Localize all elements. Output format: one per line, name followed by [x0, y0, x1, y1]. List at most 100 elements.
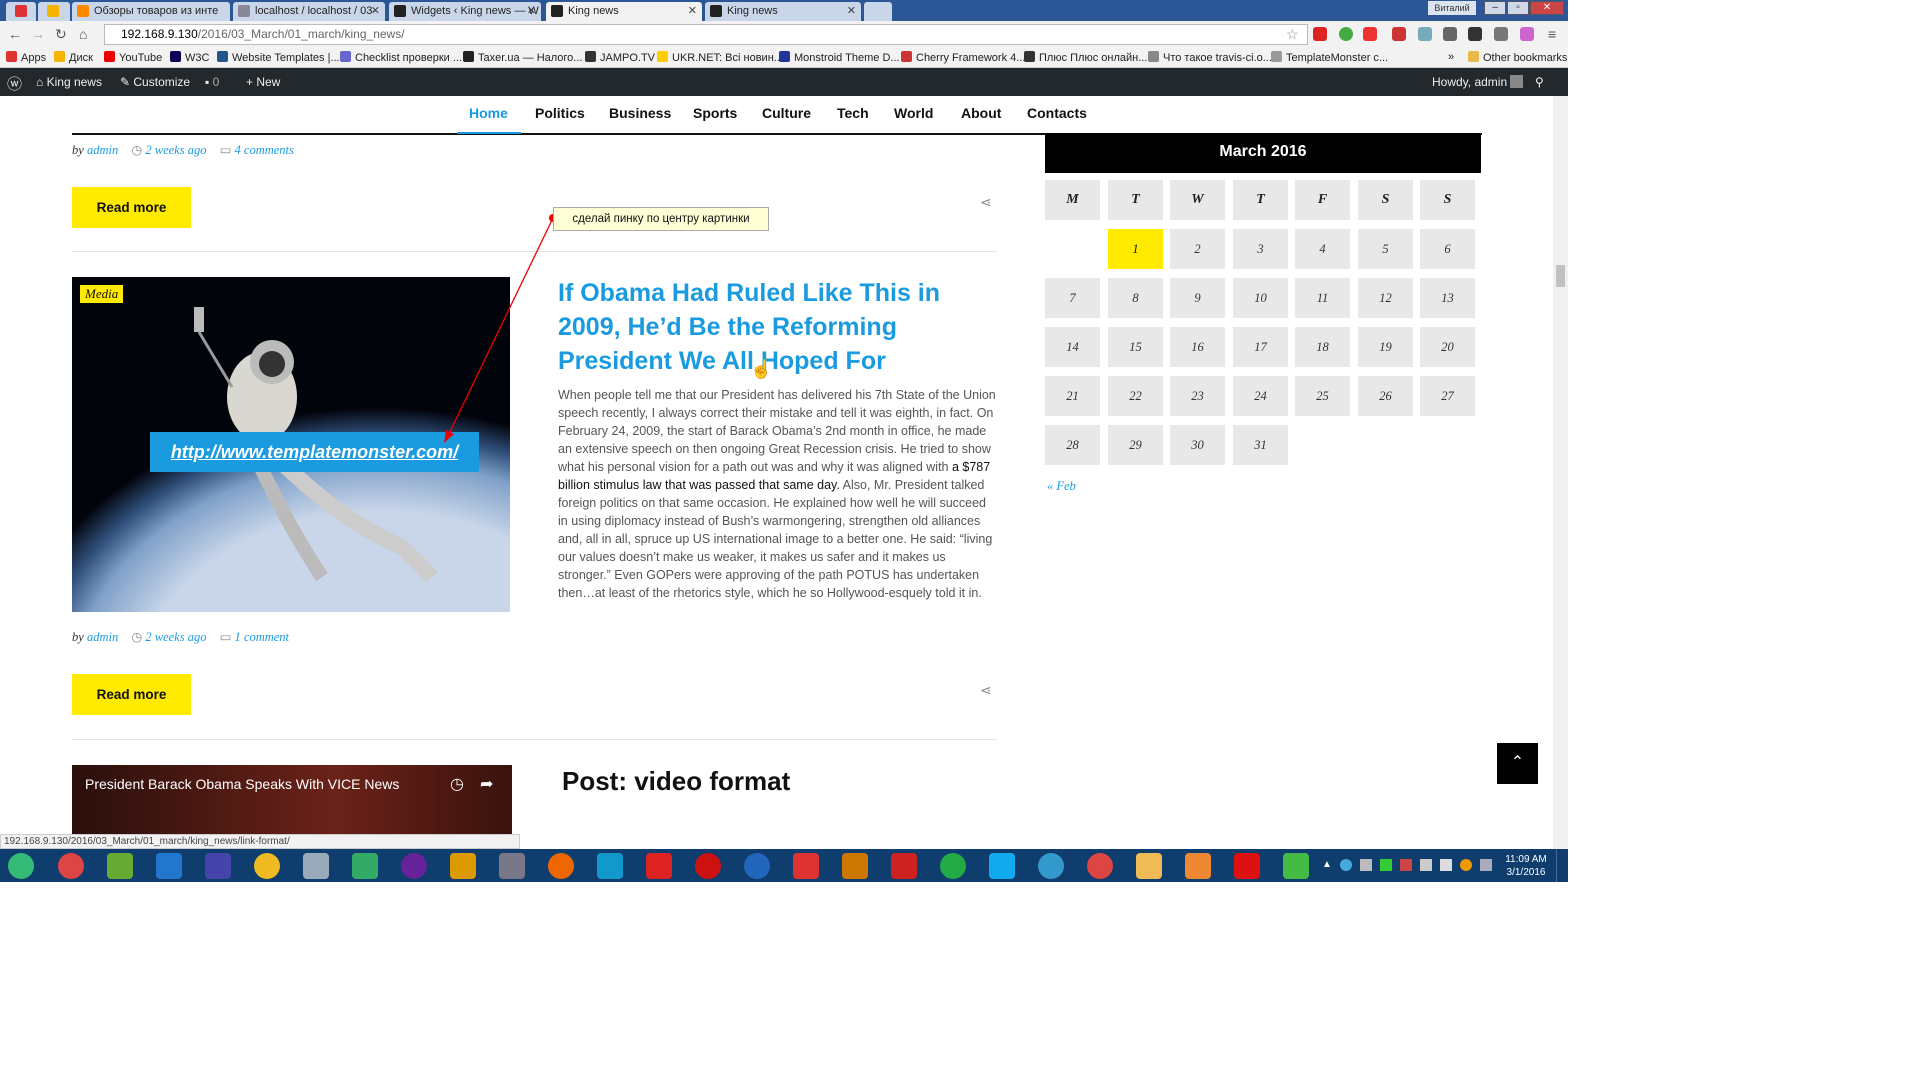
vivaldi-icon[interactable]	[793, 853, 819, 879]
bookmark-jampo[interactable]: JAMPO.TV	[585, 51, 655, 64]
admin-comments-link[interactable]: ▪ 0	[205, 75, 219, 89]
post2-read-more-button[interactable]: Read more	[72, 674, 191, 715]
other-bookmarks[interactable]: Other bookmarks	[1468, 51, 1567, 64]
bookmark-apps[interactable]: Apps	[6, 51, 46, 64]
admin-search-icon[interactable]: ⚲	[1535, 75, 1544, 89]
bookmark-templatemonster[interactable]: TemplateMonster c...	[1271, 51, 1388, 64]
bookmark-cherry[interactable]: Cherry Framework 4...	[901, 51, 1025, 64]
post1-read-more-button[interactable]: Read more	[72, 187, 191, 228]
bookmark-checklist[interactable]: Checklist проверки ...	[340, 51, 462, 64]
tray-up-icon[interactable]: ▲	[1322, 859, 1332, 870]
close-icon[interactable]: ✕	[371, 4, 380, 17]
admin-howdy[interactable]: Howdy, admin	[1432, 75, 1524, 89]
save-icon[interactable]	[205, 853, 231, 879]
tab-drive[interactable]	[38, 2, 70, 21]
app-icon[interactable]	[254, 853, 280, 879]
tray-icon[interactable]	[1380, 859, 1392, 871]
nav-politics[interactable]: Politics	[535, 105, 585, 121]
scrollbar-thumb[interactable]	[1556, 265, 1565, 287]
star-icon[interactable]: ☆	[1286, 26, 1299, 43]
post3-title[interactable]: Post: video format	[562, 766, 790, 797]
window-close-button[interactable]: ✕	[1530, 1, 1564, 15]
notepad-icon[interactable]	[107, 853, 133, 879]
bookmark-ukrnet[interactable]: UKR.NET: Всі новин...	[657, 51, 783, 64]
bookmark-monstroid[interactable]: Monstroid Theme D...	[779, 51, 900, 64]
tab-gmail[interactable]	[6, 2, 36, 21]
home-button[interactable]: ⌂	[79, 26, 87, 42]
nav-world[interactable]: World	[894, 105, 933, 121]
dots-ext-icon[interactable]	[1363, 27, 1377, 41]
bookmark-website-templates[interactable]: Website Templates |...	[217, 51, 340, 64]
tray-icon[interactable]	[1460, 859, 1472, 871]
nav-home[interactable]: Home	[469, 105, 508, 121]
close-icon[interactable]: ✕	[688, 4, 697, 17]
admin-site-link[interactable]: ⌂ King news	[36, 75, 102, 89]
tab-king-news-active[interactable]: King news ✕	[546, 2, 702, 21]
bookmark-w3c[interactable]: W3C	[170, 51, 209, 64]
app-icon[interactable]	[401, 853, 427, 879]
volume-icon[interactable]	[1440, 859, 1452, 871]
bookmark-plus-plus[interactable]: Плюс Плюс онлайн...	[1024, 51, 1147, 64]
nav-contacts[interactable]: Contacts	[1027, 105, 1087, 121]
new-tab-button[interactable]	[864, 2, 892, 21]
menu-icon[interactable]: ≡	[1548, 26, 1556, 42]
admin-new-link[interactable]: + New	[246, 75, 280, 89]
wordpress-icon[interactable]: ⓦ	[7, 73, 22, 94]
window-ext-icon[interactable]	[1443, 27, 1457, 41]
opera-icon[interactable]	[695, 853, 721, 879]
post2-author-link[interactable]: admin	[87, 630, 118, 644]
maximize-button[interactable]: ▫	[1507, 1, 1529, 15]
share-arrow-icon[interactable]: ➦	[480, 774, 493, 794]
tab-king-news[interactable]: King news ✕	[705, 2, 861, 21]
language-flag-icon[interactable]	[1400, 859, 1412, 871]
app-icon[interactable]	[499, 853, 525, 879]
gear-icon[interactable]	[1468, 27, 1482, 41]
minimize-button[interactable]: –	[1484, 1, 1506, 15]
chrome-icon[interactable]	[1087, 853, 1113, 879]
app-icon[interactable]	[891, 853, 917, 879]
nav-business[interactable]: Business	[609, 105, 671, 121]
post2-link[interactable]: http://www.templatemonster.com/	[150, 432, 479, 472]
chrome-icon[interactable]	[58, 853, 84, 879]
post1-author-link[interactable]: admin	[87, 143, 118, 157]
skype-icon[interactable]	[989, 853, 1015, 879]
media-badge[interactable]: Media	[80, 285, 124, 303]
tab-widgets[interactable]: Widgets ‹ King news — W ✕	[389, 2, 541, 21]
reload-button[interactable]: ↻	[55, 26, 67, 43]
calendar-prev-link[interactable]: « Feb	[1047, 479, 1076, 494]
mail-icon[interactable]	[1494, 27, 1508, 41]
nav-sports[interactable]: Sports	[693, 105, 737, 121]
color-ext-icon[interactable]	[1520, 27, 1534, 41]
address-bar[interactable]: 192.168.9.130/2016/03_March/01_march/kin…	[104, 24, 1308, 45]
post2-date-link[interactable]: 2 weeks ago	[145, 630, 206, 644]
bookmarks-overflow-icon[interactable]: »	[1448, 51, 1454, 63]
bookmark-disk[interactable]: Диск	[54, 51, 93, 64]
app-icon[interactable]	[940, 853, 966, 879]
network-icon[interactable]	[1420, 859, 1432, 871]
tab-reviews[interactable]: Обзоры товаров из инте	[72, 2, 230, 21]
forward-button[interactable]: →	[31, 26, 45, 42]
start-button-icon[interactable]	[8, 853, 34, 879]
app-icon[interactable]	[744, 853, 770, 879]
tray-icon[interactable]	[1340, 859, 1352, 871]
hangouts-icon[interactable]	[1283, 853, 1309, 879]
nav-tech[interactable]: Tech	[837, 105, 869, 121]
location-ext-icon[interactable]	[1339, 27, 1353, 41]
back-button[interactable]: ←	[8, 26, 22, 42]
telegram-icon[interactable]	[1038, 853, 1064, 879]
adblock-ext-icon[interactable]	[1392, 27, 1406, 41]
clock-icon[interactable]: ◷	[450, 774, 464, 794]
firefox-icon[interactable]	[548, 853, 574, 879]
ext-icon[interactable]	[1418, 27, 1432, 41]
post1-comments-link[interactable]: 4 comments	[235, 143, 294, 157]
taskbar-clock[interactable]: 11:09 AM 3/1/2016	[1500, 853, 1552, 879]
post2-comments-link[interactable]: 1 comment	[235, 630, 290, 644]
tray-icon[interactable]	[1360, 859, 1372, 871]
calculator-icon[interactable]	[303, 853, 329, 879]
close-icon[interactable]: ✕	[527, 4, 536, 17]
app-icon[interactable]	[352, 853, 378, 879]
bookmark-travis[interactable]: Что такое travis-ci.o...	[1148, 51, 1272, 64]
bookmark-taxer[interactable]: Taxer.ua — Налого...	[463, 51, 582, 64]
post1-date-link[interactable]: 2 weeks ago	[145, 143, 206, 157]
close-icon[interactable]: ✕	[847, 4, 856, 17]
